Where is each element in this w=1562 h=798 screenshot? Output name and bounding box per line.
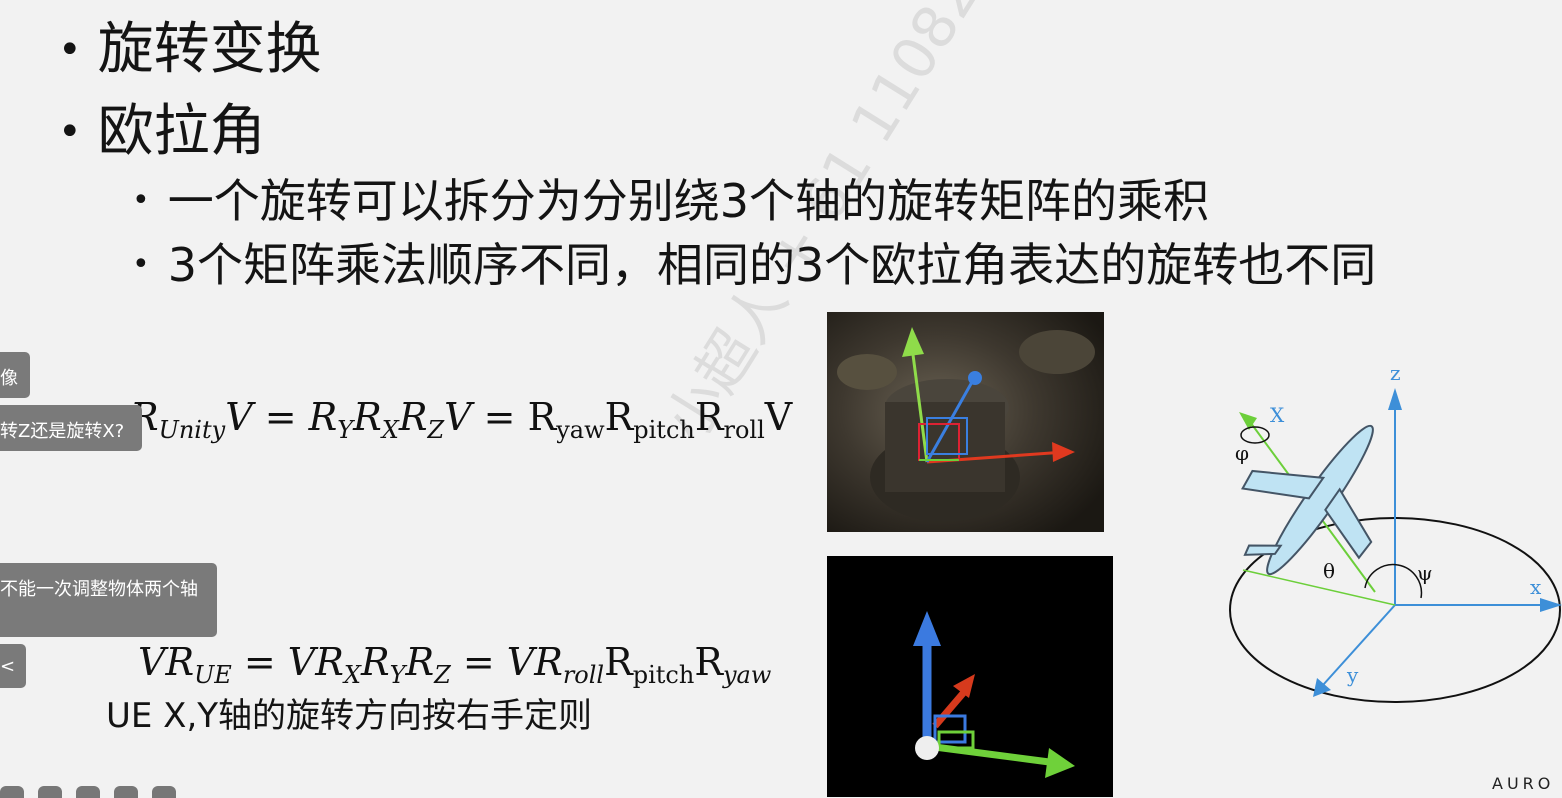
toolbar-icon[interactable] [76,786,100,798]
bullet-text: 欧拉角 [97,99,266,164]
comment-text: 像 [0,368,18,389]
ue-caption: UE X,Y轴的旋转方向按右手定则 [106,696,593,736]
comment-chip-4[interactable]: < [0,644,26,688]
player-toolbar[interactable] [0,786,176,798]
bullet-text: 3个矩阵乘法顺序不同，相同的3个欧拉角表达的旋转也不同 [167,238,1377,292]
bullet-dot: • [58,109,82,155]
sub-bullet-order: • 3个矩阵乘法顺序不同，相同的3个欧拉角表达的旋转也不同 [132,242,1376,288]
bullet-dot: • [58,27,82,73]
sub-bullet-decompose: • 一个旋转可以拆分为分别绕3个轴的旋转矩阵的乘积 [132,178,1209,224]
psi-label: ψ [1417,561,1433,585]
z-axis-label: z [1390,361,1401,385]
comment-chip-2[interactable]: 转Z还是旋转X? [0,405,142,451]
comment-chip-3[interactable]: 不能一次调整物体两个轴 [0,563,217,637]
bullet-euler-angles: • 欧拉角 [58,104,266,160]
toolbar-icon[interactable] [38,786,62,798]
auro-logo: AURO [1492,774,1555,793]
comment-chip-1[interactable]: 像 [0,352,30,398]
y-axis-label: y [1346,663,1359,687]
ue-gizmo-image [827,556,1113,797]
bullet-dot: • [132,247,150,282]
x-axis-label: x [1530,575,1542,599]
comment-text: 转Z还是旋转X? [0,421,125,442]
unity-gizmo-image [827,312,1104,532]
toolbar-icon[interactable] [114,786,138,798]
bullet-text: 旋转变换 [97,17,322,82]
toolbar-icon[interactable] [152,786,176,798]
euler-angles-diagram: z x y X φ θ ψ [1225,360,1562,710]
phi-label: φ [1235,441,1249,465]
comment-text: 不能一次调整物体两个轴 [0,579,198,600]
body-x-label: X [1270,403,1285,427]
chevron-left-icon: < [0,656,16,677]
formula-unity: RUnityV = RYRXRZV = RyawRpitchRrollV [130,395,793,444]
bullet-text: 一个旋转可以拆分为分别绕3个轴的旋转矩阵的乘积 [167,174,1209,228]
bullet-dot: • [132,183,150,218]
theta-label: θ [1323,559,1335,583]
bullet-rotation-transform: • 旋转变换 [58,22,322,78]
formula-ue: VRUE = VRXRYRZ = VRrollRpitchRyaw [138,640,772,689]
toolbar-icon[interactable] [0,786,24,798]
